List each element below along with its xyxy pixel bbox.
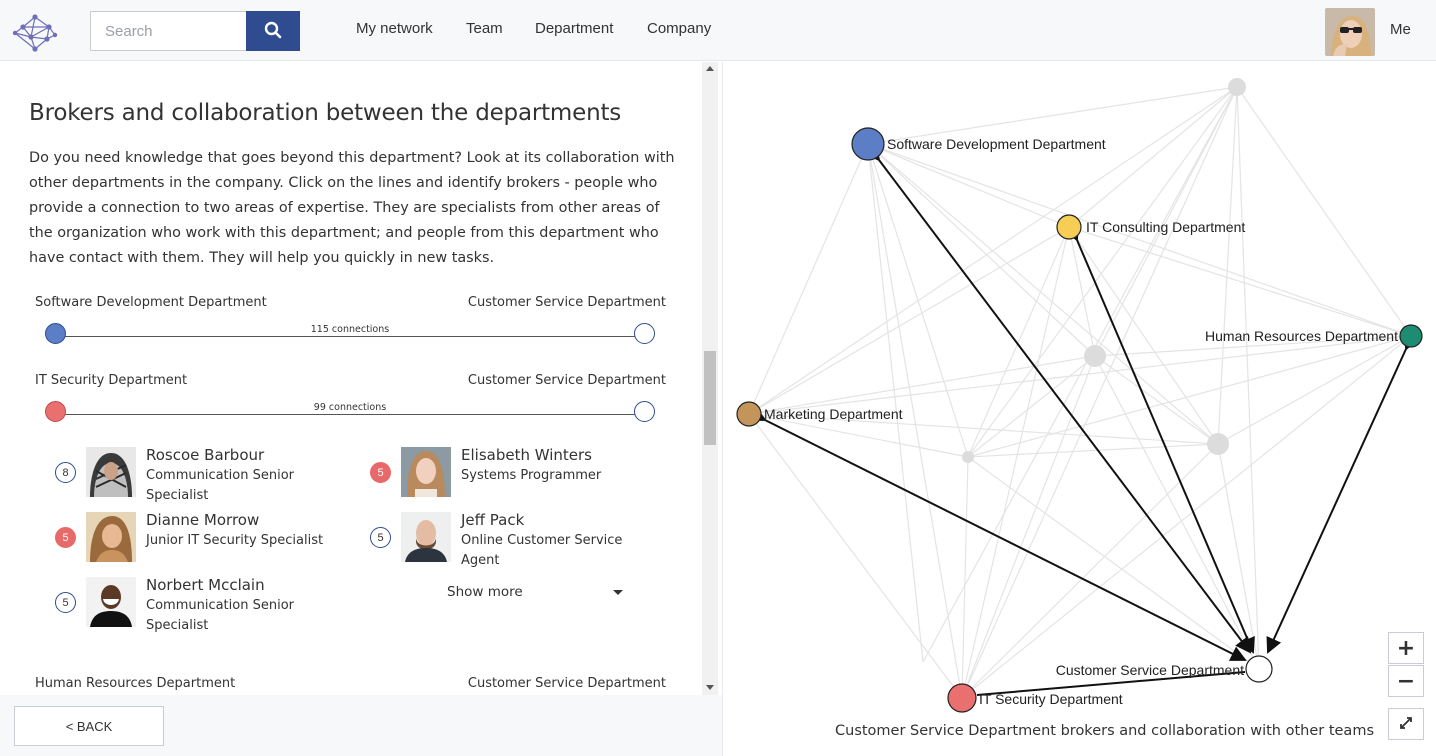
person-name: Dianne Morrow	[146, 511, 260, 529]
connection-line[interactable]	[55, 414, 645, 415]
back-button[interactable]: < BACK	[14, 706, 164, 746]
connection-count: 115 connections	[310, 324, 390, 335]
person-role: Communication Senior Specialist	[146, 598, 294, 633]
zoom-in-button[interactable]: +	[1388, 632, 1424, 664]
person-role: Communication Senior Specialist	[146, 468, 294, 503]
svg-text:Customer Service Department: Customer Service Department	[1056, 662, 1244, 678]
svg-text:Marketing Department: Marketing Department	[764, 406, 903, 422]
person-name: Roscoe Barbour	[146, 446, 265, 464]
network-graph-panel: Software Development Department IT Consu…	[722, 62, 1436, 756]
scrollbar[interactable]	[702, 62, 718, 695]
search-input[interactable]	[90, 11, 247, 51]
expand-icon	[1398, 712, 1414, 737]
me-label[interactable]: Me	[1390, 21, 1411, 38]
connection-from-label: Human Resources Department	[35, 676, 236, 691]
svg-text:IT Consulting Department: IT Consulting Department	[1086, 219, 1245, 235]
scroll-down-arrow-icon[interactable]	[706, 685, 714, 690]
connection-count-badge: 5	[370, 527, 391, 548]
svg-text:Human Resources Department: Human Resources Department	[1205, 328, 1398, 344]
connection-to-dot[interactable]	[634, 401, 655, 422]
svg-text:Software Development Departmen: Software Development Department	[887, 136, 1106, 152]
connection-count-badge: 5	[55, 592, 76, 613]
broker-person-card[interactable]: 5 Elisabeth Winters Systems Programmer	[370, 446, 670, 507]
connection-count-badge: 5	[55, 527, 76, 548]
person-photo	[86, 447, 136, 497]
zoom-out-button[interactable]: −	[1388, 665, 1424, 697]
nav-team[interactable]: Team	[466, 20, 503, 37]
network-logo-icon[interactable]	[11, 7, 59, 55]
connection-count: 99 connections	[313, 402, 387, 413]
svg-text:IT Security Department: IT Security Department	[979, 691, 1123, 707]
broker-person-card[interactable]: 5 Jeff Pack Online Customer Service Agen…	[370, 511, 670, 572]
connection-from-dot[interactable]	[45, 323, 66, 344]
connection-line[interactable]	[55, 336, 645, 337]
nav-my-network[interactable]: My network	[356, 20, 433, 37]
person-photo	[401, 512, 451, 562]
person-role: Systems Programmer	[461, 468, 602, 483]
connection-to-label: Customer Service Department	[467, 295, 666, 310]
broker-person-card[interactable]: 5 Dianne Morrow Junior IT Security Speci…	[55, 511, 355, 572]
show-more-button[interactable]: Show more	[447, 584, 627, 606]
connection-from-dot[interactable]	[45, 401, 66, 422]
scroll-up-arrow-icon[interactable]	[706, 66, 714, 71]
highlighted-edges[interactable]	[748, 144, 1420, 696]
page-title: Brokers and collaboration between the de…	[29, 100, 622, 126]
connection-to-label: Customer Service Department	[467, 373, 666, 388]
connection-count-badge: 5	[370, 462, 391, 483]
scroll-thumb[interactable]	[704, 351, 716, 445]
fullscreen-button[interactable]	[1388, 708, 1424, 740]
person-name: Elisabeth Winters	[461, 446, 592, 464]
network-graph[interactable]: Software Development Department IT Consu…	[723, 62, 1436, 752]
broker-person-card[interactable]: 5 Norbert Mcclain Communication Senior S…	[55, 576, 355, 637]
nav-department[interactable]: Department	[535, 20, 613, 37]
nav-company[interactable]: Company	[647, 20, 711, 37]
connection-count-badge: 8	[55, 462, 76, 483]
brokers-panel: Brokers and collaboration between the de…	[0, 62, 700, 695]
person-role: Junior IT Security Specialist	[146, 533, 324, 548]
avatar[interactable]	[1325, 8, 1375, 56]
graph-node-software-development[interactable]: Software Development Department	[851, 127, 1106, 161]
search-button[interactable]	[246, 11, 300, 51]
section-description: Do you need knowledge that goes beyond t…	[29, 150, 675, 266]
left-footer: < BACK	[0, 695, 722, 756]
connection-to-label: Customer Service Department	[467, 676, 666, 691]
connection-to-dot[interactable]	[634, 323, 655, 344]
graph-node-human-resources[interactable]: Human Resources Department	[1205, 324, 1423, 348]
show-more-label: Show more	[447, 584, 523, 600]
search-icon	[264, 21, 282, 42]
person-name: Norbert Mcclain	[146, 576, 265, 594]
connection-from-label: IT Security Department	[35, 373, 188, 388]
graph-caption: Customer Service Department brokers and …	[835, 723, 1374, 739]
background-edges	[748, 86, 1412, 699]
broker-person-card[interactable]: 8 Roscoe Barbour Communication Senior Sp…	[55, 446, 355, 507]
graph-node-it-consulting[interactable]: IT Consulting Department	[1056, 214, 1245, 240]
chevron-down-icon	[613, 590, 623, 595]
person-photo	[86, 577, 136, 627]
top-bar: My network Team Department Company Me	[0, 0, 1436, 61]
connection-from-label: Software Development Department	[35, 295, 267, 310]
person-photo	[401, 447, 451, 497]
person-photo	[86, 512, 136, 562]
person-name: Jeff Pack	[461, 511, 525, 529]
person-role: Online Customer Service Agent	[461, 533, 623, 568]
